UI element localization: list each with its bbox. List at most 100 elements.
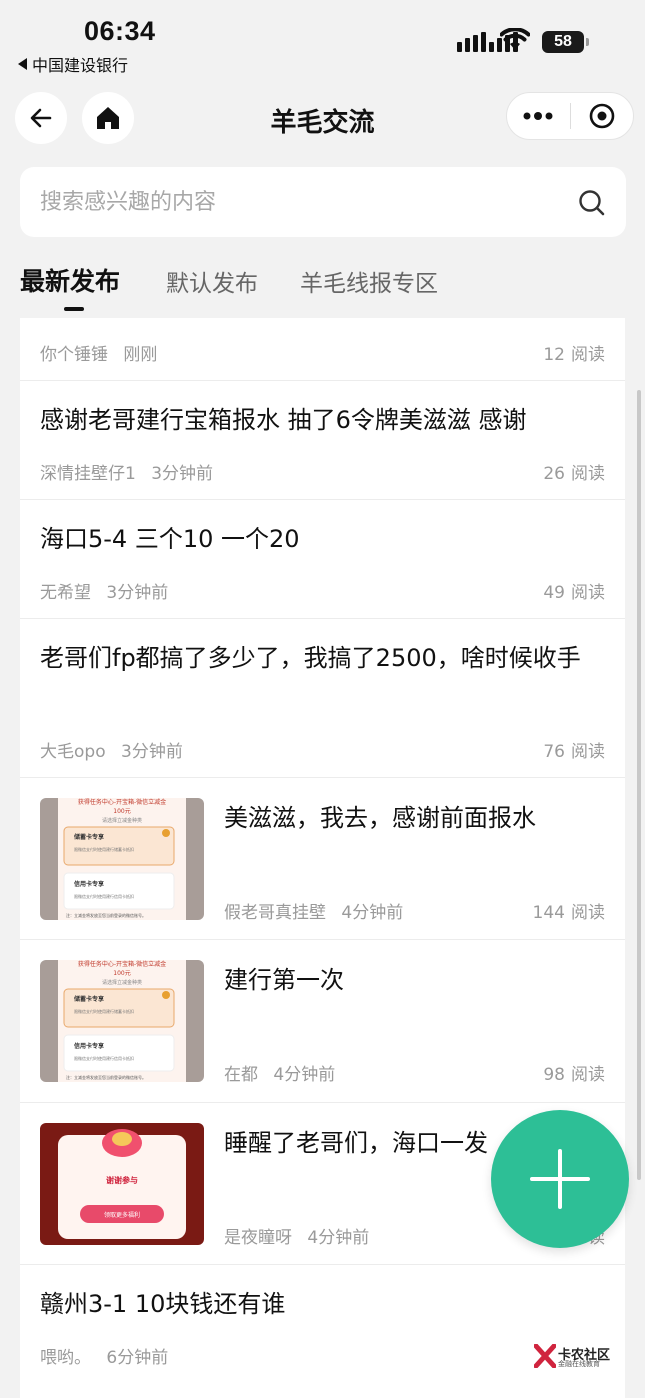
post-reads: 49 阅读 (543, 578, 605, 603)
post-reads: 144 阅读 (533, 898, 605, 923)
status-time: 06:34 (84, 16, 156, 46)
nav-bar: 羊毛交流 (0, 90, 645, 148)
thumb-text: 100元 (113, 970, 130, 977)
post-title: 感谢老哥建行宝箱报水 抽了6令牌美滋滋 感谢 (40, 406, 527, 434)
more-button[interactable] (507, 93, 570, 139)
back-to-app-link[interactable]: 中国建设银行 (18, 52, 128, 76)
post-item[interactable]: 获得任务中心-开宝箱-微信立减金 100元 请选择立减金种类 储蓄卡专享 限微信… (20, 940, 625, 1103)
thumb-text: 限微信支付时使用建行储蓄卡抵扣 (74, 1008, 134, 1014)
tab-deals-zone[interactable]: 羊毛线报专区 (300, 264, 438, 298)
post-time: 刚刚 (123, 345, 158, 365)
tab-latest[interactable]: 最新发布 (20, 262, 120, 298)
more-dots-icon (523, 112, 553, 120)
task-card-image: 获得任务中心-开宝箱-微信立减金 100元 请选择立减金种类 储蓄卡专享 限微信… (40, 798, 204, 920)
thumb-text: 信用卡专享 (74, 1042, 104, 1050)
post-meta: 是夜瞳呀 4分钟前 (224, 1223, 369, 1248)
post-meta: 喂哟。 6分钟前 (40, 1343, 168, 1368)
post-thumbnail: 获得任务中心-开宝箱-微信立减金 100元 请选择立减金种类 储蓄卡专享 限微信… (40, 798, 204, 920)
battery-tip (586, 38, 589, 46)
post-author: 假老哥真挂壁 (224, 903, 326, 923)
read-suffix: 阅读 (571, 583, 605, 603)
search-input[interactable] (40, 167, 560, 237)
post-author: 深情挂壁仔1 (40, 464, 136, 484)
status-bar: 06:34 中国建设银行 58 (0, 0, 645, 80)
watermark-subtext: 金融在线教育 (558, 1360, 600, 1368)
thumb-text: 获得任务中心-开宝箱-微信立减金 (78, 798, 166, 806)
read-suffix: 阅读 (571, 464, 605, 484)
post-item[interactable]: 你个锤锤 刚刚 12 阅读 (20, 318, 625, 381)
post-item[interactable]: 感谢老哥建行宝箱报水 抽了6令牌美滋滋 感谢 深情挂壁仔1 3分钟前 26 阅读 (20, 381, 625, 500)
back-triangle-icon (18, 58, 27, 70)
thumb-text: 谢谢参与 (106, 1175, 138, 1185)
close-miniprogram-button[interactable] (571, 93, 634, 139)
post-reads: 98 阅读 (543, 1060, 605, 1085)
thumb-text: 储蓄卡专享 (73, 995, 104, 1003)
post-time: 4分钟前 (273, 1065, 336, 1085)
read-suffix: 阅读 (571, 345, 605, 365)
active-tab-indicator (64, 307, 84, 311)
thumb-text: 100元 (113, 808, 130, 815)
read-count: 12 (543, 345, 565, 365)
task-card-image: 获得任务中心-开宝箱-微信立减金 100元 请选择立减金种类 储蓄卡专享 限微信… (40, 960, 204, 1082)
post-title: 建行第一次 (224, 966, 344, 994)
read-count: 76 (543, 742, 565, 762)
read-suffix: 阅读 (571, 1065, 605, 1085)
read-count: 144 (532, 903, 565, 923)
post-thumbnail: 获得任务中心-开宝箱-微信立减金 100元 请选择立减金种类 储蓄卡专享 限微信… (40, 960, 204, 1082)
post-author: 大毛opo (40, 742, 106, 762)
thumb-text: 获得任务中心-开宝箱-微信立减金 (78, 960, 166, 968)
read-count: 49 (543, 583, 565, 603)
search-icon[interactable] (578, 189, 606, 217)
wifi-icon (500, 28, 530, 50)
watermark-logo: 卡农社区 金融在线教育 (534, 1344, 616, 1370)
post-time: 4分钟前 (341, 903, 404, 923)
thumb-text: 限微信支付时使用建行储蓄卡抵扣 (74, 846, 134, 852)
post-meta: 假老哥真挂壁 4分钟前 (224, 898, 403, 923)
post-meta: 你个锤锤 刚刚 (40, 340, 157, 365)
post-title: 美滋滋，我去，感谢前面报水 (224, 804, 536, 832)
thumb-text: 请选择立减金种类 (102, 979, 142, 986)
tab-default[interactable]: 默认发布 (166, 264, 258, 298)
post-item[interactable]: 获得任务中心-开宝箱-微信立减金 100元 请选择立减金种类 储蓄卡专享 限微信… (20, 778, 625, 940)
post-meta: 深情挂壁仔1 3分钟前 (40, 459, 213, 484)
thumb-text: 限微信支付时使用建行信用卡抵扣 (74, 893, 134, 899)
post-meta: 大毛opo 3分钟前 (40, 737, 183, 762)
post-item[interactable]: 赣州3-1 10块钱还有谁 喂哟。 6分钟前 (20, 1265, 625, 1398)
post-author: 在都 (224, 1065, 258, 1085)
miniprogram-capsule (506, 92, 634, 140)
read-count: 98 (543, 1065, 565, 1085)
post-reads: 12 阅读 (543, 340, 605, 365)
post-title: 赣州3-1 10块钱还有谁 (40, 1290, 286, 1318)
post-author: 你个锤锤 (40, 345, 108, 365)
thumb-text: 信用卡专享 (74, 880, 104, 888)
thumb-text: 注：立减金将发放至您当前登录的微信账号。 (66, 1074, 146, 1080)
post-item[interactable]: 老哥们fp都搞了多少了，我搞了2500，啥时候收手 大毛opo 3分钟前 76 阅… (20, 619, 625, 778)
post-author: 喂哟。 (40, 1348, 91, 1368)
post-time: 6分钟前 (106, 1348, 169, 1368)
battery-indicator: 58 (542, 31, 584, 53)
search-bar (20, 167, 626, 237)
thumb-text: 请选择立减金种类 (102, 817, 142, 824)
post-author: 是夜瞳呀 (224, 1228, 292, 1248)
thumb-text: 限微信支付时使用建行信用卡抵扣 (74, 1055, 134, 1061)
thumb-text: 注：立减金将发放至您当前登录的微信账号。 (66, 912, 146, 918)
post-reads: 26 阅读 (543, 459, 605, 484)
back-app-label: 中国建设银行 (32, 56, 129, 75)
post-time: 4分钟前 (307, 1228, 370, 1248)
post-thumbnail: 谢谢参与 领取更多福利 (40, 1123, 204, 1245)
new-post-button[interactable] (491, 1110, 629, 1248)
post-title: 老哥们fp都搞了多少了，我搞了2500，啥时候收手 (40, 644, 581, 672)
thumb-text: 领取更多福利 (104, 1211, 140, 1219)
plus-icon (530, 1149, 590, 1209)
thumb-text: 储蓄卡专享 (73, 833, 104, 841)
watermark-icon (534, 1344, 556, 1368)
target-close-icon (589, 103, 615, 129)
feed-scrollbar[interactable] (637, 390, 641, 1180)
post-title: 海口5-4 三个10 一个20 (40, 525, 300, 553)
post-item[interactable]: 海口5-4 三个10 一个20 无希望 3分钟前 49 阅读 (20, 500, 625, 619)
post-time: 3分钟前 (106, 583, 169, 603)
read-count: 26 (543, 464, 565, 484)
read-suffix: 阅读 (571, 742, 605, 762)
post-meta: 在都 4分钟前 (224, 1060, 335, 1085)
post-time: 3分钟前 (151, 464, 214, 484)
